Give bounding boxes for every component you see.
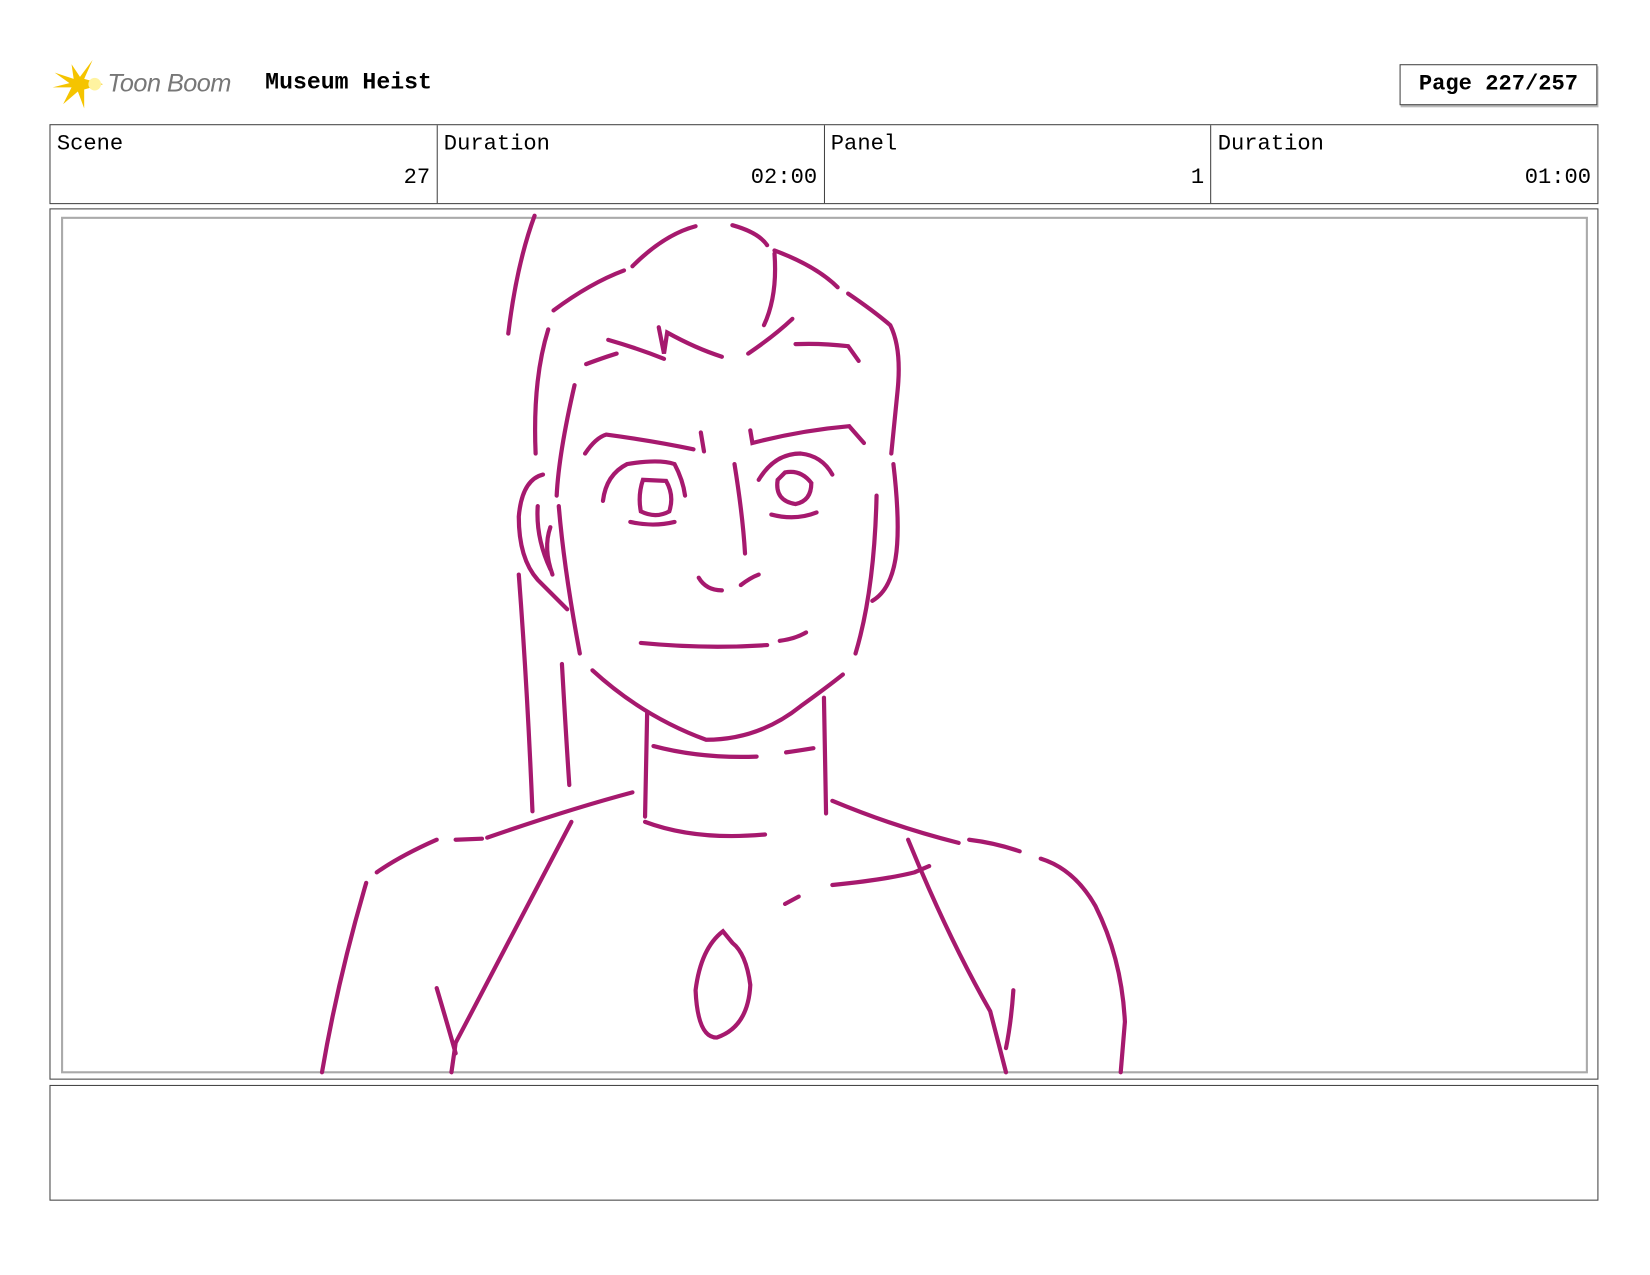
- scene-value: 27: [403, 166, 431, 191]
- panel-label: Panel: [830, 132, 898, 157]
- page-number: Page 227/257: [1399, 64, 1598, 106]
- storyboard-panel: [49, 208, 1599, 1080]
- panel-notes: [49, 1084, 1599, 1201]
- panel-duration-value: 01:00: [1524, 166, 1592, 191]
- panel-cell: Panel 1: [823, 125, 1210, 204]
- logo-text: Toon Boom: [107, 69, 231, 98]
- scene-duration-cell: Duration 02:00: [436, 125, 823, 204]
- panel-duration-label: Duration: [1217, 132, 1324, 157]
- scene-duration-value: 02:00: [750, 166, 818, 191]
- project-title: Museum Heist: [265, 69, 432, 96]
- toon-boom-logo: Toon Boom: [52, 58, 231, 111]
- character-sketch: [319, 213, 1128, 1075]
- scene-cell: Scene 27: [51, 125, 437, 203]
- starburst-icon: [52, 59, 104, 109]
- scene-label: Scene: [56, 132, 124, 157]
- scene-duration-label: Duration: [443, 132, 550, 157]
- panel-value: 1: [1190, 166, 1205, 191]
- panel-duration-cell: Duration 01:00: [1210, 125, 1597, 204]
- info-table: Scene 27 Duration 02:00 Panel 1 Duration…: [49, 124, 1599, 205]
